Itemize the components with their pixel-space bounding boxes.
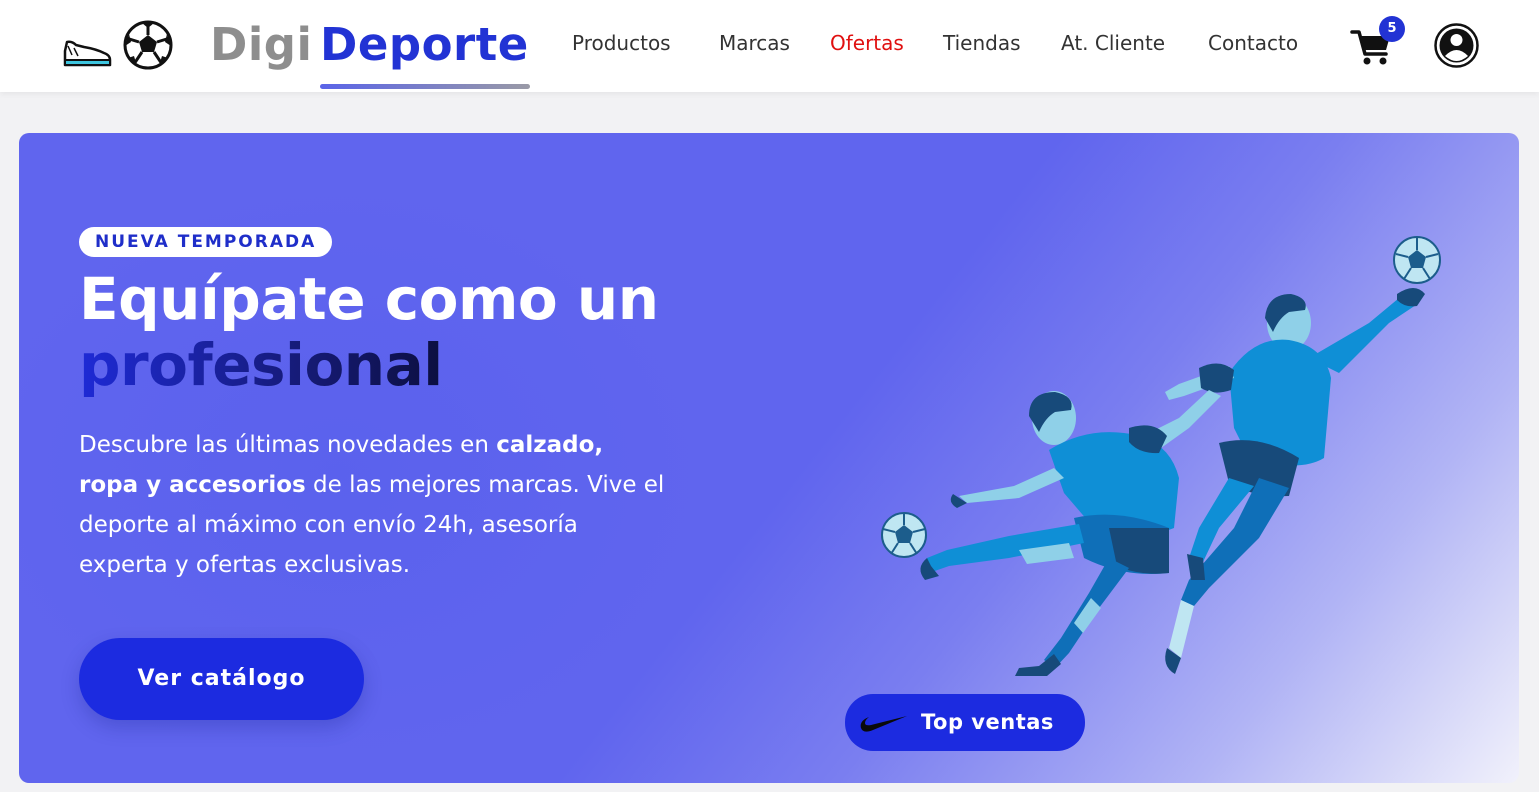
brand-underline (320, 84, 530, 89)
ver-catalogo-button[interactable]: Ver catálogo (79, 638, 364, 720)
brand-name-part1: Digi (210, 18, 313, 71)
top-ventas-button[interactable]: Top ventas (845, 694, 1085, 751)
hero-description: Descubre las últimas novedades en calzad… (79, 425, 669, 585)
nav-marcas[interactable]: Marcas (719, 31, 790, 55)
user-icon (1434, 23, 1479, 68)
cart-count-badge: 5 (1379, 16, 1405, 42)
nav-contacto[interactable]: Contacto (1208, 31, 1298, 55)
soccer-ball-icon (881, 512, 927, 558)
logo-icons[interactable] (62, 20, 174, 72)
brand-name-part2: Deporte (320, 18, 529, 71)
soccer-players-illustration (881, 236, 1441, 676)
sneaker-icon (63, 20, 173, 70)
hero-banner: NUEVA TEMPORADA Equípate como un profesi… (19, 133, 1519, 783)
nav-at-cliente[interactable]: At. Cliente (1061, 31, 1165, 55)
user-account-button[interactable] (1434, 23, 1479, 68)
desc-text-1: Descubre las últimas novedades en (79, 432, 497, 458)
soccer-ball-icon (123, 20, 173, 70)
nav-tiendas[interactable]: Tiendas (943, 31, 1021, 55)
soccer-ball-icon (1393, 236, 1441, 284)
top-ventas-label: Top ventas (921, 710, 1054, 734)
hero-headline-highlight: profesional (79, 331, 443, 399)
nav-ofertas[interactable]: Ofertas (830, 31, 904, 55)
swoosh-icon (860, 716, 907, 732)
season-badge: NUEVA TEMPORADA (79, 227, 333, 257)
site-header: Digi Deporte Productos Marcas Ofertas Ti… (0, 0, 1539, 92)
player-jumping (1165, 288, 1425, 674)
hero-headline: Equípate como un (79, 265, 659, 333)
nav-productos[interactable]: Productos (572, 31, 671, 55)
